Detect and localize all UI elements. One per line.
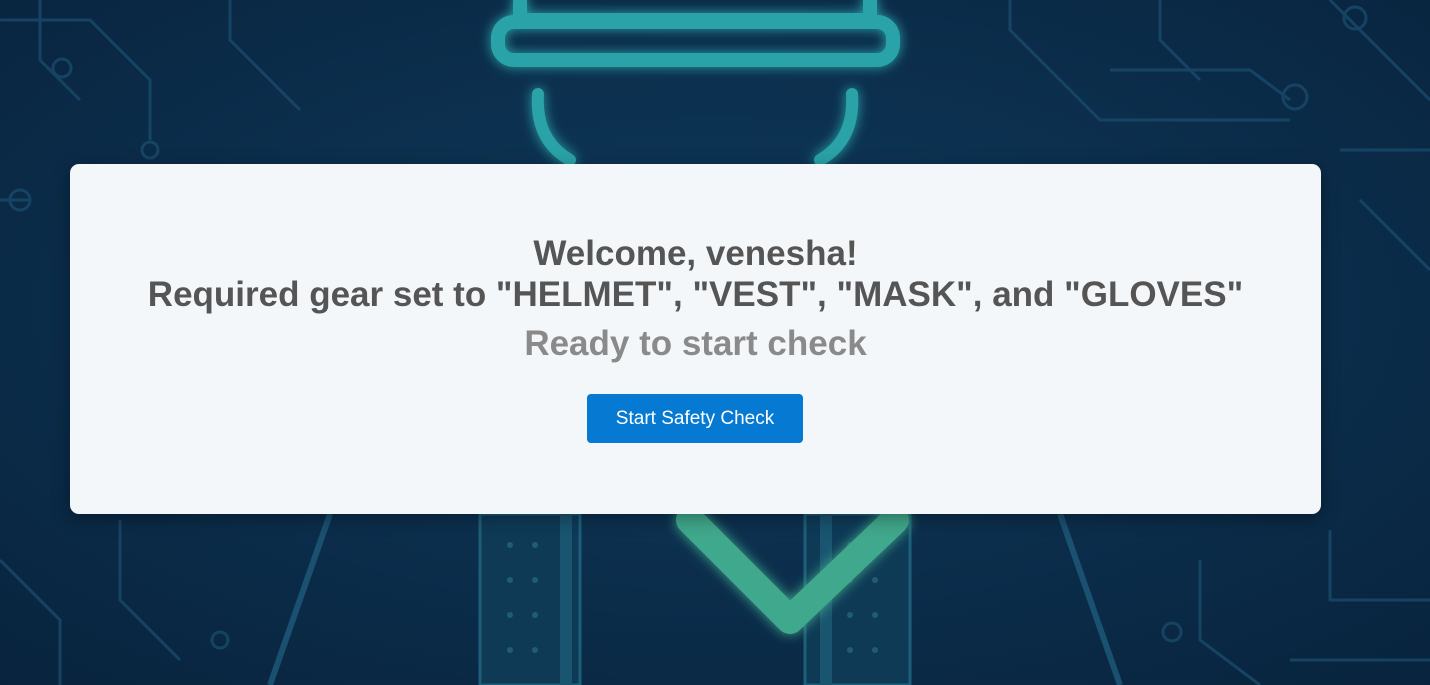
welcome-heading: Welcome, venesha!: [533, 234, 858, 273]
welcome-card: Welcome, venesha! Required gear set to "…: [70, 164, 1321, 514]
start-safety-check-button[interactable]: Start Safety Check: [587, 394, 803, 443]
status-text: Ready to start check: [524, 324, 867, 363]
required-gear-message: Required gear set to "HELMET", "VEST", "…: [147, 275, 1244, 314]
